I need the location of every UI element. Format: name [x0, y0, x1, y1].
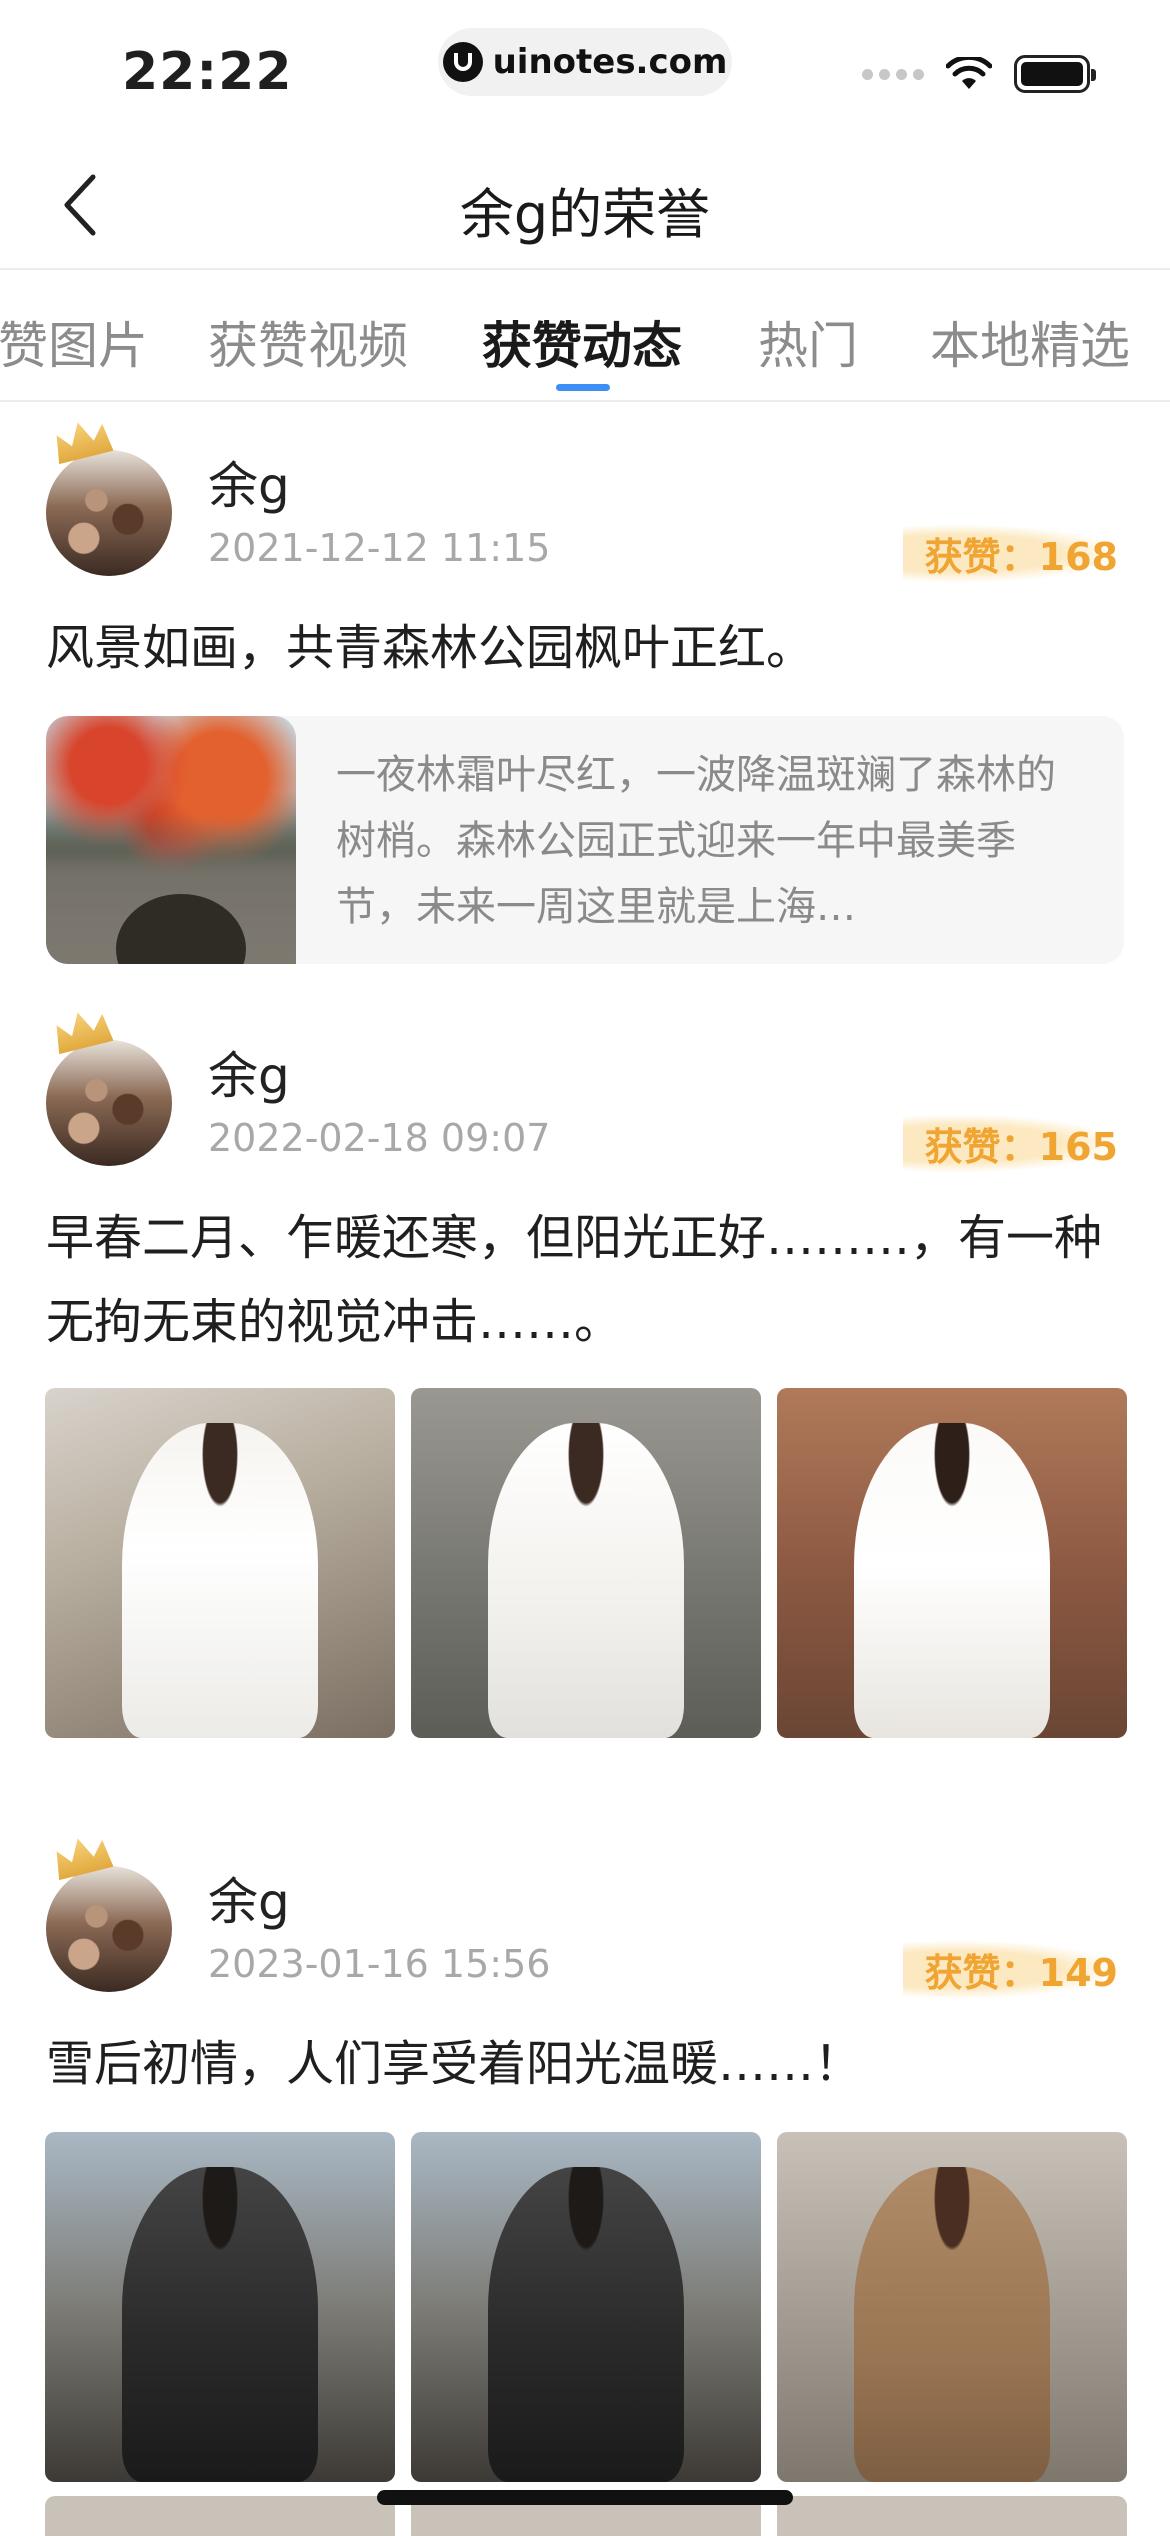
site-logo-icon — [442, 42, 483, 82]
post-text: 早春二月、乍暖还寒，但阳光正好………，有一种无拘无束的视觉冲击……。 — [46, 1210, 1103, 1350]
tab-liked-posts[interactable]: 获赞动态 — [482, 306, 682, 378]
post-time: 2023-01-16 15:56 — [208, 1942, 551, 1986]
avatar[interactable] — [46, 1836, 176, 1992]
post-image[interactable] — [45, 2496, 395, 2536]
post-image[interactable] — [411, 1388, 761, 1738]
wifi-icon — [946, 57, 992, 89]
post-text: 风景如画，共青森林公园枫叶正红。 — [46, 620, 815, 676]
tab-bar: 获赞图片 获赞视频 获赞动态 热门 本地精选 — [0, 270, 1170, 402]
post-time: 2021-12-12 11:15 — [208, 526, 551, 570]
post-item[interactable]: 余g 2023-01-16 15:56 获赞：149 雪后初情，人们享受着阳光温… — [0, 1836, 1170, 2482]
avatar[interactable] — [46, 420, 176, 576]
avatar-image — [46, 450, 172, 576]
status-bar: 22:22 uinotes.com — [0, 0, 1170, 140]
post-author[interactable]: 余g — [208, 1862, 290, 1934]
post-image[interactable] — [45, 2132, 395, 2482]
avatar[interactable] — [46, 1010, 176, 1166]
shared-article-card[interactable]: 一夜林霜叶尽红，一波降温斑斓了森林的树梢。森林公园正式迎来一年中最美季节，未来一… — [46, 716, 1124, 964]
battery-icon — [1014, 55, 1096, 93]
post-image-grid — [45, 1388, 1127, 1738]
avatar-image — [46, 1866, 172, 1992]
tab-local-picks[interactable]: 本地精选 — [930, 306, 1130, 378]
status-time: 22:22 — [122, 42, 293, 102]
post-author[interactable]: 余g — [208, 1036, 290, 1108]
nav-bar: 余g的荣誉 — [0, 140, 1170, 270]
avatar-image — [46, 1040, 172, 1166]
likes-count: 获赞：149 — [902, 1940, 1122, 1999]
post-image[interactable] — [777, 2496, 1127, 2536]
post-item[interactable]: 余g 2022-02-18 09:07 获赞：165 早春二月、乍暖还寒，但阳光… — [0, 1010, 1170, 1770]
post-image-grid — [45, 2132, 1127, 2482]
likes-count: 获赞：168 — [902, 524, 1122, 583]
likes-count: 获赞：165 — [902, 1114, 1122, 1173]
signal-dots-icon — [862, 68, 924, 80]
shared-article-thumbnail — [46, 716, 296, 964]
post-item[interactable]: 余g 2021-12-12 11:15 获赞：168 风景如画，共青森林公园枫叶… — [0, 420, 1170, 980]
status-icons — [862, 55, 1096, 93]
tab-liked-images[interactable]: 获赞图片 — [0, 306, 148, 378]
post-text: 雪后初情，人们享受着阳光温暖……！ — [46, 2036, 863, 2092]
home-indicator[interactable] — [377, 2490, 793, 2505]
post-time: 2022-02-18 09:07 — [208, 1116, 551, 1160]
shared-article-summary: 一夜林霜叶尽红，一波降温斑斓了森林的树梢。森林公园正式迎来一年中最美季节，未来一… — [336, 752, 1056, 930]
tab-liked-videos[interactable]: 获赞视频 — [208, 306, 408, 378]
post-image[interactable] — [777, 2132, 1127, 2482]
url-text: uinotes.com — [492, 42, 728, 82]
url-pill[interactable]: uinotes.com — [438, 28, 732, 96]
post-author[interactable]: 余g — [208, 446, 290, 518]
tab-hot[interactable]: 热门 — [758, 306, 858, 378]
page-title: 余g的荣誉 — [459, 183, 711, 246]
post-image[interactable] — [411, 2132, 761, 2482]
post-image[interactable] — [45, 1388, 395, 1738]
post-image[interactable] — [777, 1388, 1127, 1738]
active-tab-indicator — [556, 384, 610, 391]
